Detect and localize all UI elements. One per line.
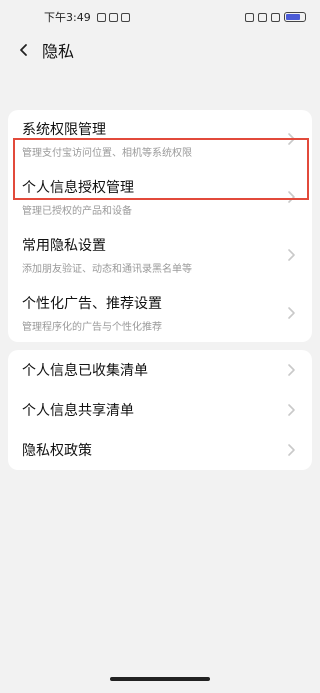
item-label: 隐私权政策 xyxy=(22,443,92,459)
chevron-right-icon xyxy=(288,307,295,319)
item-label: 个性化广告、推荐设置 xyxy=(22,296,162,312)
item-label: 个人信息已收集清单 xyxy=(22,363,148,379)
chevron-right-icon xyxy=(288,133,295,145)
chevron-right-icon xyxy=(288,364,295,376)
item-sub: 管理已授权的产品和设备 xyxy=(22,206,132,217)
back-icon xyxy=(20,44,27,56)
ads-recommend-item[interactable]: 个性化广告、推荐设置 管理程序化的广告与个性化推荐 xyxy=(8,284,312,342)
privacy-policy-item[interactable]: 隐私权政策 xyxy=(8,430,312,470)
battery-icon xyxy=(284,12,306,22)
home-indicator xyxy=(110,677,210,681)
notification-icon xyxy=(108,12,118,22)
status-time: 下午3:49 xyxy=(44,11,91,24)
item-label: 常用隐私设置 xyxy=(22,238,106,254)
settings-group-2: 个人信息已收集清单 个人信息共享清单 隐私权政策 xyxy=(8,350,312,470)
notification-icon xyxy=(96,12,106,22)
header: 隐私 xyxy=(0,34,320,66)
common-privacy-item[interactable]: 常用隐私设置 添加朋友验证、动态和通讯录黑名单等 xyxy=(8,226,312,284)
signal-icon xyxy=(258,12,267,22)
collected-list-item[interactable]: 个人信息已收集清单 xyxy=(8,350,312,390)
item-sub: 添加朋友验证、动态和通讯录黑名单等 xyxy=(22,264,192,275)
back-button[interactable] xyxy=(12,38,36,62)
chevron-right-icon xyxy=(288,444,295,456)
personal-info-auth-item[interactable]: 个人信息授权管理 管理已授权的产品和设备 xyxy=(8,168,312,226)
settings-group-1: 系统权限管理 管理支付宝访问位置、相机等系统权限 个人信息授权管理 管理已授权的… xyxy=(8,110,312,342)
item-label: 系统权限管理 xyxy=(22,122,106,138)
item-label: 个人信息共享清单 xyxy=(22,403,134,419)
shared-list-item[interactable]: 个人信息共享清单 xyxy=(8,390,312,430)
chevron-right-icon xyxy=(288,191,295,203)
chevron-right-icon xyxy=(288,404,295,416)
wifi-icon xyxy=(271,12,280,22)
notification-icon xyxy=(120,12,130,22)
item-sub: 管理程序化的广告与个性化推荐 xyxy=(22,322,162,333)
item-sub: 管理支付宝访问位置、相机等系统权限 xyxy=(22,148,192,159)
system-permission-item[interactable]: 系统权限管理 管理支付宝访问位置、相机等系统权限 xyxy=(8,110,312,168)
status-bar: 下午3:49 xyxy=(0,0,320,34)
alarm-icon xyxy=(245,12,254,22)
chevron-right-icon xyxy=(288,249,295,261)
page-title: 隐私 xyxy=(42,42,75,61)
item-label: 个人信息授权管理 xyxy=(22,180,134,196)
